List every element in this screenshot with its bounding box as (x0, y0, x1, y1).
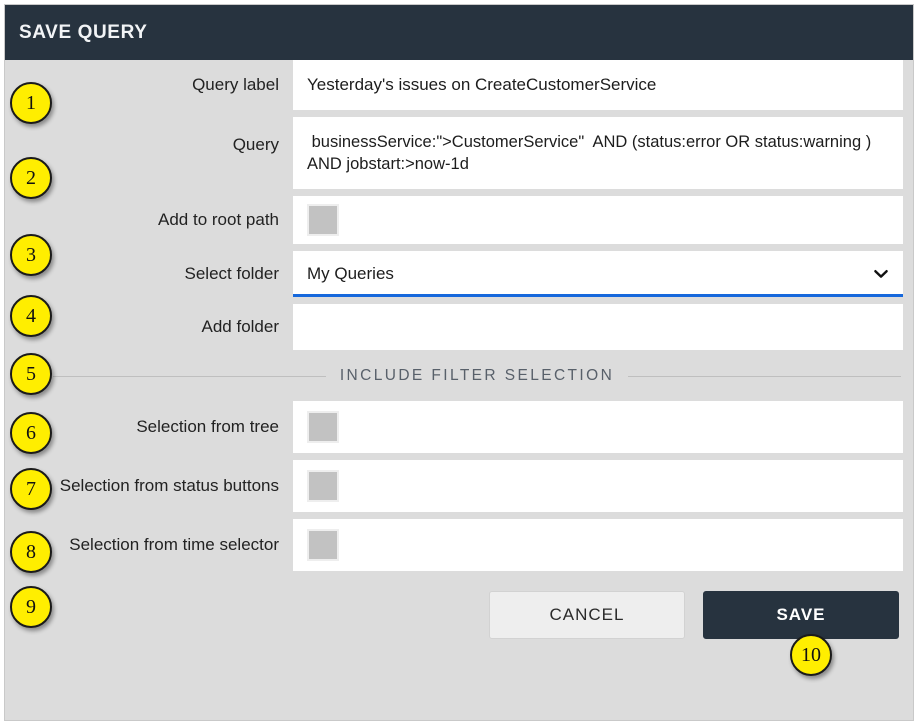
save-query-screen: SAVE QUERY Query label Query businessSer… (0, 0, 918, 725)
selection-from-status-buttons-field (293, 460, 903, 512)
query-field[interactable]: businessService:">CustomerService" AND (… (293, 117, 903, 189)
callout-badge-5: 5 (10, 353, 52, 395)
divider-line-right (628, 375, 902, 377)
save-button[interactable]: SAVE (703, 591, 899, 639)
row-add-folder: Add folder (5, 304, 913, 350)
row-selection-from-time-selector: Selection from time selector (5, 519, 913, 571)
selection-from-tree-field (293, 401, 903, 453)
selection-from-tree-checkbox-wrap[interactable] (293, 401, 903, 453)
callout-badge-10: 10 (790, 634, 832, 676)
dialog-title: SAVE QUERY (19, 21, 148, 43)
select-folder-field[interactable]: My Queries (293, 251, 903, 297)
row-selection-from-tree: Selection from tree (5, 401, 913, 453)
include-filter-selection-caption: INCLUDE FILTER SELECTION (339, 367, 615, 384)
dialog-body: Query label Query businessService:">Cust… (5, 60, 913, 639)
select-folder-value: My Queries (307, 264, 394, 283)
cancel-button[interactable]: CANCEL (489, 591, 685, 639)
select-folder-focus-underline (293, 294, 903, 297)
chevron-down-icon[interactable] (873, 266, 889, 282)
selection-from-time-selector-field (293, 519, 903, 571)
callout-badge-9: 9 (10, 586, 52, 628)
add-folder-field[interactable] (293, 304, 903, 350)
row-select-folder: Select folder My Queries (5, 251, 913, 297)
query-label-input[interactable] (293, 60, 903, 110)
row-selection-from-status-buttons: Selection from status buttons (5, 460, 913, 512)
callout-badge-4: 4 (10, 295, 52, 337)
selection-from-tree-checkbox[interactable] (307, 411, 339, 443)
query-textarea[interactable]: businessService:">CustomerService" AND (… (293, 117, 903, 176)
selection-from-status-buttons-checkbox-wrap[interactable] (293, 460, 903, 512)
add-to-root-path-checkbox-wrap[interactable] (293, 196, 903, 244)
callout-badge-3: 3 (10, 234, 52, 276)
selection-from-time-selector-checkbox-wrap[interactable] (293, 519, 903, 571)
include-filter-selection-divider: INCLUDE FILTER SELECTION (53, 367, 902, 385)
add-folder-input[interactable] (293, 304, 903, 350)
add-to-root-path-checkbox[interactable] (307, 204, 339, 236)
selection-from-status-buttons-checkbox[interactable] (307, 470, 339, 502)
query-label-field[interactable] (293, 60, 903, 110)
callout-badge-8: 8 (10, 531, 52, 573)
callout-badge-1: 1 (10, 82, 52, 124)
selection-from-time-selector-checkbox[interactable] (307, 529, 339, 561)
row-query: Query businessService:">CustomerService"… (5, 117, 913, 189)
row-query-label: Query label (5, 60, 913, 110)
add-to-root-path-caption: Add to root path (158, 210, 279, 229)
dialog-titlebar: SAVE QUERY (5, 5, 913, 60)
callout-badge-2: 2 (10, 157, 52, 199)
divider-line-left (53, 375, 326, 377)
row-add-to-root-path: Add to root path (5, 196, 913, 244)
save-query-dialog: SAVE QUERY Query label Query businessSer… (4, 4, 914, 721)
dialog-footer: CANCEL SAVE (5, 578, 913, 639)
callout-badge-7: 7 (10, 468, 52, 510)
add-to-root-path-field (293, 196, 903, 244)
select-folder-dropdown[interactable]: My Queries (293, 251, 903, 297)
callout-badge-6: 6 (10, 412, 52, 454)
